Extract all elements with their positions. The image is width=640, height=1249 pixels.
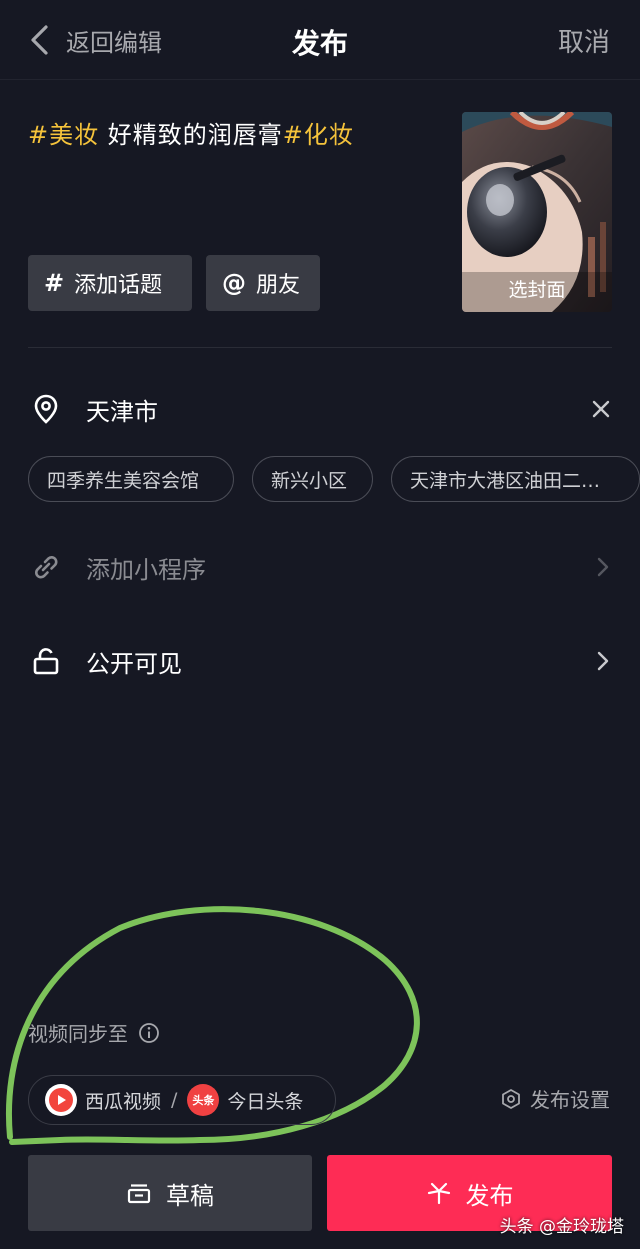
location-row[interactable]: 天津市 — [0, 384, 640, 434]
hexagon-settings-icon — [502, 1088, 520, 1109]
mention-friends-label: 朋友 — [256, 273, 301, 298]
close-icon[interactable] — [590, 398, 612, 420]
location-suggestion[interactable]: 四季养生美容会馆 — [28, 456, 234, 502]
choose-cover-label: 选封面 — [508, 279, 566, 301]
draft-label: 草稿 — [166, 1181, 214, 1210]
at-icon: @ — [222, 269, 246, 297]
publish-settings-button[interactable]: 发布设置 — [500, 1084, 610, 1113]
hashtag-icon: # — [44, 269, 65, 297]
caption-text[interactable]: #美妆 好精致的润唇膏#化妆 — [28, 115, 354, 150]
page-title: 发布 — [291, 27, 348, 60]
add-mini-program-label: 添加小程序 — [86, 555, 206, 584]
visibility-label: 公开可见 — [86, 649, 182, 678]
location-city: 天津市 — [86, 397, 158, 426]
draft-button[interactable]: 草稿 — [28, 1155, 312, 1231]
link-icon — [35, 556, 58, 579]
xigua-video-label: 西瓜视频 — [85, 1090, 162, 1113]
info-icon[interactable] — [138, 1022, 160, 1044]
watermark: 头条 @金玲珑塔 — [499, 1217, 624, 1237]
chevron-left-icon — [31, 25, 48, 55]
sync-platforms-pill[interactable]: 西瓜视频 / 头条 今日头条 — [28, 1075, 336, 1125]
publish-settings-label: 发布设置 — [530, 1088, 610, 1112]
chevron-right-icon — [597, 651, 609, 671]
caption-body: 好精致的润唇膏 — [99, 121, 283, 149]
separator: / — [171, 1089, 178, 1111]
sync-to-label: 视频同步至 — [28, 1018, 160, 1047]
cover-thumbnail[interactable]: 选封面 — [462, 112, 612, 312]
xigua-video-icon — [45, 1084, 77, 1116]
location-suggestion[interactable]: 新兴小区 — [252, 456, 373, 502]
toutiao-icon: 头条 — [187, 1084, 220, 1116]
add-topic-button[interactable]: # 添加话题 — [28, 255, 192, 311]
hashtag-cosmetics[interactable]: #化妆 — [283, 121, 354, 149]
unlock-icon — [33, 648, 59, 675]
publish-label: 发布 — [465, 1181, 514, 1210]
location-pin-icon — [34, 394, 58, 424]
add-mini-program-row[interactable]: 添加小程序 — [0, 542, 640, 592]
location-suggestion[interactable]: 天津市大港区油田二… — [391, 456, 640, 502]
toutiao-label: 今日头条 — [227, 1090, 304, 1113]
sync-to-text: 视频同步至 — [28, 1022, 128, 1046]
spark-icon — [427, 1182, 450, 1205]
chevron-right-icon — [597, 557, 609, 577]
add-topic-label: 添加话题 — [74, 273, 163, 298]
back-label: 返回编辑 — [66, 28, 162, 57]
back-to-edit-button[interactable]: 返回编辑 — [28, 20, 162, 60]
cancel-button[interactable]: 取消 — [558, 22, 610, 59]
divider — [28, 347, 612, 348]
hashtag-makeup[interactable]: #美妆 — [28, 121, 99, 149]
mention-friends-button[interactable]: @ 朋友 — [206, 255, 320, 311]
draft-box-icon — [127, 1184, 151, 1204]
visibility-row[interactable]: 公开可见 — [0, 636, 640, 686]
top-bar: 返回编辑 发布 取消 — [0, 0, 640, 80]
